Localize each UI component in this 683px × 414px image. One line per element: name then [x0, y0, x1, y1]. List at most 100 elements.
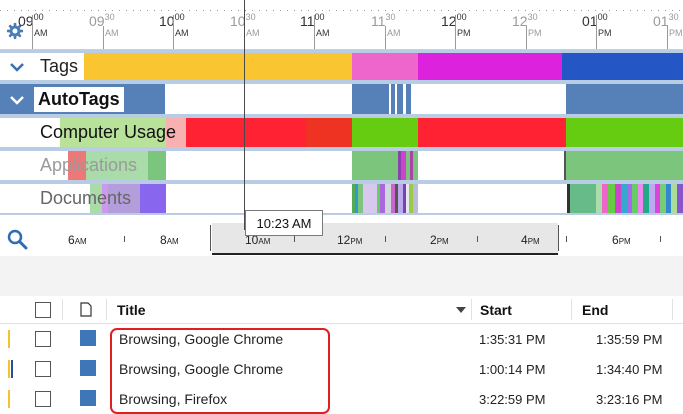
ruler-minor-tick: [483, 10, 484, 11]
row-color-square: [80, 390, 96, 406]
ruler-minor-tick: [259, 10, 260, 11]
app-segment[interactable]: [564, 151, 566, 180]
tags-segment[interactable]: [352, 53, 418, 80]
row-checkbox[interactable]: [35, 391, 51, 407]
autotags-row[interactable]: AutoTags: [0, 84, 683, 114]
ruler-minor-tick: [266, 10, 267, 11]
ruler-minor-tick: [469, 10, 470, 11]
usage-segment[interactable]: [418, 118, 566, 147]
ruler-minor-tick: [70, 10, 71, 11]
ruler-minor-tick: [28, 10, 29, 11]
overview-tick: [210, 225, 211, 251]
app-segment[interactable]: [352, 151, 398, 180]
ruler-minor-tick: [294, 10, 295, 11]
documents-row[interactable]: Documents: [0, 184, 683, 213]
ruler-minor-tick: [35, 10, 36, 11]
ruler-minor-tick: [392, 10, 393, 11]
tags-label: Tags: [40, 56, 79, 76]
ruler-minor-tick: [651, 10, 652, 11]
ruler-baseline: [0, 49, 683, 50]
timeline-panel[interactable]: 0900 AM 0930 AM 1000 AM 1030 AM 1100 AM 1130 AM 1200…: [0, 0, 683, 215]
time-ruler[interactable]: 0900 AM 0930 AM 1000 AM 1030 AM 1100 AM 1130 AM 1200…: [0, 0, 683, 50]
autotags-gap: [165, 84, 352, 114]
ruler-minor-tick: [490, 10, 491, 11]
ruler-minor-tick: [658, 10, 659, 11]
app-segment[interactable]: [566, 151, 683, 180]
time-cursor: [244, 0, 245, 230]
autotags-gap: [395, 84, 397, 114]
ruler-minor-tick: [406, 10, 407, 11]
table-row[interactable]: Browsing, Firefox 3:22:59 PM 3:23:16 PM: [0, 384, 683, 414]
ruler-minor-tick: [455, 10, 456, 11]
document-segment[interactable]: [608, 184, 615, 213]
document-segment[interactable]: [570, 184, 596, 213]
usage-segment[interactable]: [186, 118, 306, 147]
table-row[interactable]: Browsing, Google Chrome 1:00:14 PM 1:34:…: [0, 354, 683, 384]
row-title: Browsing, Google Chrome: [119, 331, 284, 347]
ruler-time-label: 0930 AM: [89, 12, 119, 38]
app-segment[interactable]: [148, 151, 166, 180]
ruler-time-label: 0900 AM: [18, 12, 48, 38]
usage-segment[interactable]: [566, 118, 683, 147]
row-color-square: [80, 360, 96, 376]
row-color-marker: [8, 390, 10, 408]
activity-grid[interactable]: Title Start End Browsing, Google Chrome …: [0, 296, 683, 413]
ruler-minor-tick: [595, 10, 596, 11]
ruler-minor-tick: [378, 10, 379, 11]
autotags-label: AutoTags: [34, 86, 124, 112]
ruler-minor-tick: [336, 10, 337, 11]
ruler-minor-tick: [84, 10, 85, 11]
ruler-minor-tick: [567, 10, 568, 11]
row-checkbox[interactable]: [35, 331, 51, 347]
start-column-header[interactable]: Start: [480, 296, 512, 323]
computer-usage-row[interactable]: Computer Usage: [0, 118, 683, 147]
document-segment[interactable]: [413, 184, 418, 213]
title-column-header[interactable]: Title: [117, 296, 146, 323]
document-segment[interactable]: [363, 184, 377, 213]
ruler-minor-tick: [497, 10, 498, 11]
row-color-marker: [11, 360, 13, 378]
app-segment[interactable]: [413, 151, 418, 180]
search-icon[interactable]: [6, 228, 28, 250]
overview-time-label: 6PM: [612, 233, 631, 247]
ruler-minor-tick: [91, 10, 92, 11]
overview-tick: [558, 225, 559, 251]
row-title: Browsing, Google Chrome: [119, 361, 284, 377]
ruler-minor-tick: [14, 10, 15, 11]
document-icon: [80, 302, 92, 317]
document-segment[interactable]: [677, 184, 683, 213]
ruler-minor-tick: [623, 10, 624, 11]
ruler-major-tick: [173, 15, 174, 50]
row-checkbox[interactable]: [35, 361, 51, 377]
overview-tick: [477, 236, 478, 242]
usage-segment[interactable]: [306, 118, 352, 147]
end-column-header[interactable]: End: [582, 296, 608, 323]
ruler-minor-tick: [539, 10, 540, 11]
select-all-checkbox[interactable]: [35, 296, 51, 323]
table-row[interactable]: Browsing, Google Chrome 1:35:31 PM 1:35:…: [0, 324, 683, 354]
tags-segment[interactable]: [84, 53, 352, 80]
overview-time-label: 8AM: [160, 233, 179, 247]
tags-segment[interactable]: [418, 53, 562, 80]
chevron-down-icon[interactable]: [8, 91, 26, 109]
applications-row[interactable]: Applications: [0, 151, 683, 180]
ruler-time-label: 1200 PM: [441, 12, 471, 38]
ruler-minor-tick: [630, 10, 631, 11]
ruler-minor-tick: [546, 10, 547, 11]
sort-desc-icon[interactable]: [455, 306, 467, 314]
overview-strip[interactable]: 6AM 8AM 10AM 12PM 2PM 4PM 6PM: [0, 223, 683, 256]
usage-segment[interactable]: [352, 118, 418, 147]
ruler-major-tick: [32, 15, 33, 50]
ruler-minor-tick: [224, 10, 225, 11]
ruler-minor-tick: [189, 10, 190, 11]
row-color-square: [80, 330, 96, 346]
ruler-minor-tick: [273, 10, 274, 11]
ruler-minor-tick: [308, 10, 309, 11]
ruler-minor-tick: [427, 10, 428, 11]
ruler-minor-tick: [98, 10, 99, 11]
tags-row[interactable]: Tags: [0, 53, 683, 80]
chevron-down-icon[interactable]: [8, 58, 26, 76]
document-segment[interactable]: [140, 184, 166, 213]
tags-segment[interactable]: [562, 53, 683, 80]
ruler-minor-tick: [0, 10, 1, 11]
